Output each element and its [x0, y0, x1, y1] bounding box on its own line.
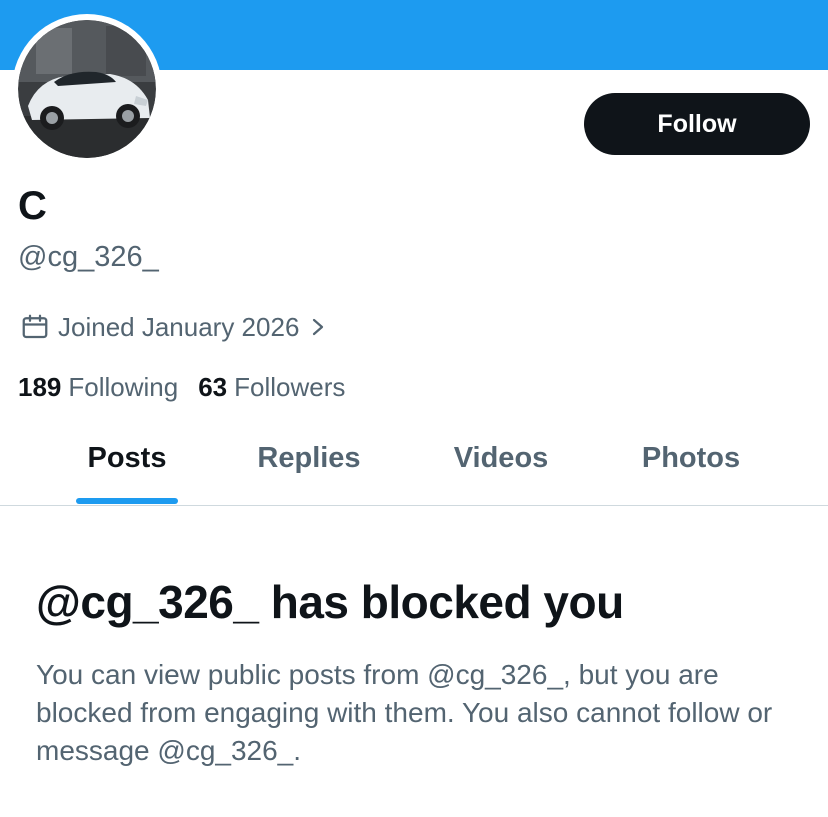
tab-replies[interactable]: Replies — [240, 430, 378, 506]
blocked-title: @cg_326_ has blocked you — [36, 576, 624, 628]
follow-stats: 189 Following 63 Followers — [18, 370, 365, 404]
tab-posts[interactable]: Posts — [58, 430, 196, 506]
chevron-right-icon — [313, 318, 324, 336]
profile-handle: @cg_326_ — [18, 241, 159, 273]
blocked-message: You can view public posts from @cg_326_,… — [36, 659, 773, 766]
avatar[interactable] — [18, 20, 156, 158]
active-tab-indicator — [76, 498, 178, 504]
following-label: Following — [68, 371, 179, 402]
tab-photos[interactable]: Photos — [620, 430, 762, 506]
follow-button[interactable]: Follow — [584, 93, 810, 155]
followers-stat[interactable]: 63 Followers — [198, 372, 345, 403]
calendar-icon — [22, 314, 48, 339]
tab-videos[interactable]: Videos — [430, 430, 572, 506]
profile-page: Follow C @cg_326_ Joined January 2026 18… — [0, 0, 828, 817]
joined-label: Joined January 2026 — [58, 311, 300, 342]
followers-count: 63 — [198, 371, 228, 402]
joined-date[interactable]: Joined January 2026 — [20, 310, 329, 344]
following-count: 189 — [18, 371, 62, 402]
display-name: C — [18, 184, 47, 228]
following-stat[interactable]: 189 Following — [18, 372, 178, 403]
followers-label: Followers — [234, 371, 346, 402]
profile-tabs: Posts Replies Videos Photos — [0, 430, 828, 506]
